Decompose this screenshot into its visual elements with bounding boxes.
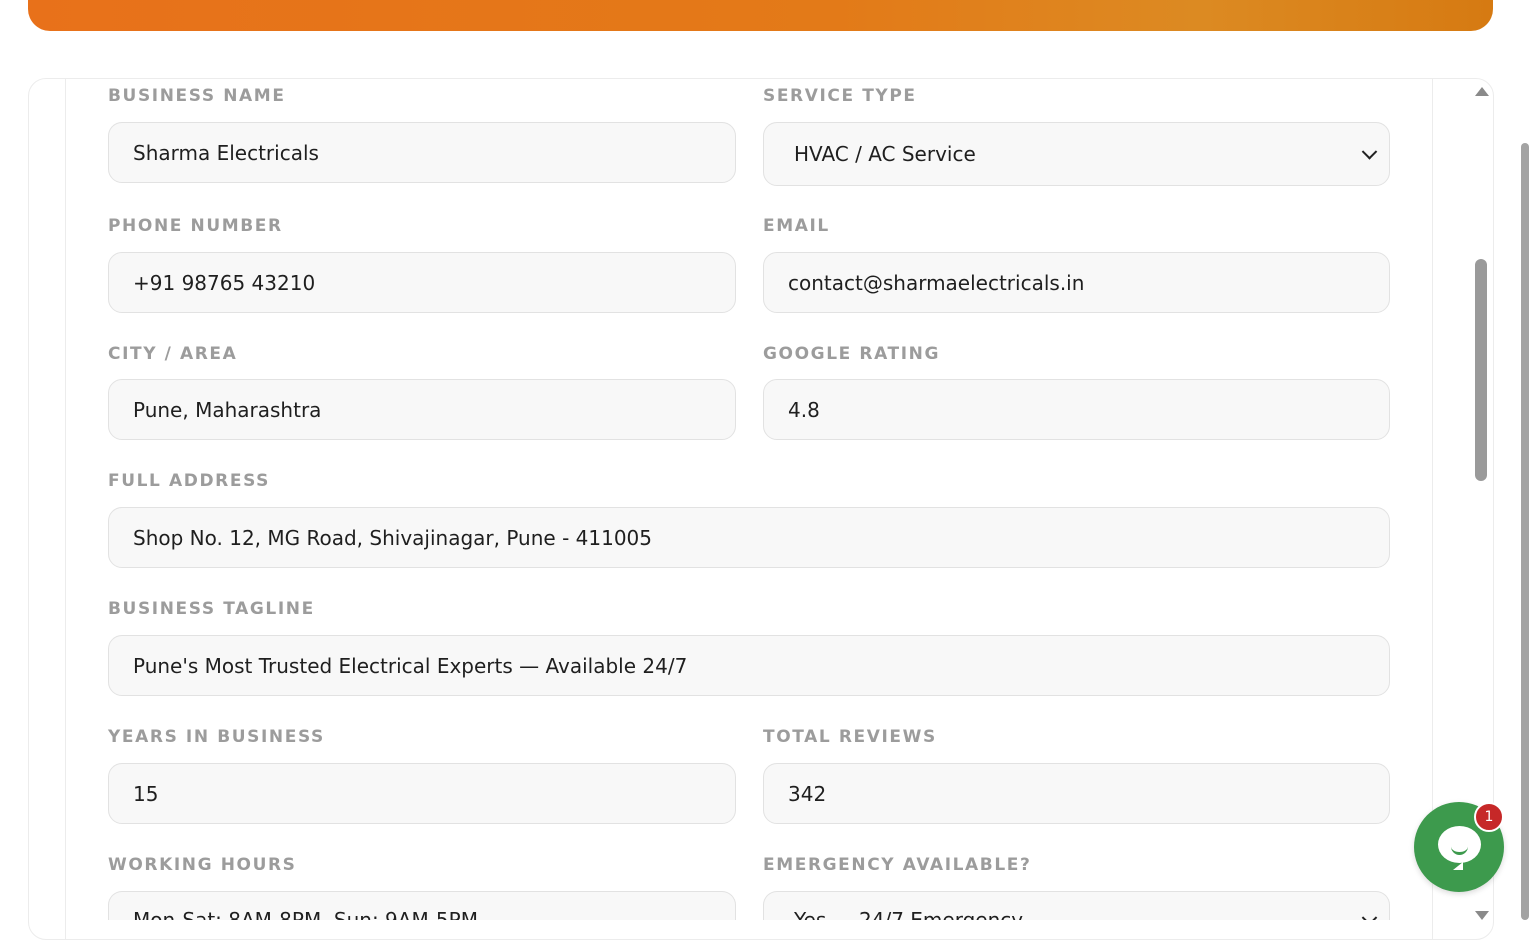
city-area-label: CITY / AREA	[108, 344, 238, 364]
business-tagline-value: Pune's Most Trusted Electrical Experts —…	[133, 653, 688, 678]
phone-number-input[interactable]: +91 98765 43210	[108, 252, 736, 313]
chat-icon	[1438, 826, 1481, 870]
service-type-label: SERVICE TYPE	[763, 86, 917, 106]
page-scrollbar-thumb[interactable]	[1521, 143, 1529, 920]
top-banner	[28, 0, 1493, 31]
scroll-up-arrow-icon[interactable]	[1475, 87, 1489, 96]
working-hours-label: WORKING HOURS	[108, 855, 297, 875]
service-type-select[interactable]: HVAC / AC Service	[763, 122, 1390, 186]
city-area-value: Pune, Maharashtra	[133, 397, 322, 422]
years-in-business-value: 15	[133, 781, 159, 806]
years-in-business-label: YEARS IN BUSINESS	[108, 727, 325, 747]
city-area-input[interactable]: Pune, Maharashtra	[108, 379, 736, 440]
phone-number-value: +91 98765 43210	[133, 270, 316, 295]
emergency-available-value: Yes — 24/7 Emergency	[794, 908, 1024, 920]
google-rating-value: 4.8	[788, 397, 820, 422]
chevron-down-icon	[1361, 910, 1378, 920]
email-input[interactable]: contact@sharmaelectricals.in	[763, 252, 1390, 313]
email-label: EMAIL	[763, 216, 830, 236]
full-address-value: Shop No. 12, MG Road, Shivajinagar, Pune…	[133, 525, 652, 550]
total-reviews-value: 342	[788, 781, 827, 806]
business-name-input[interactable]: Sharma Electricals	[108, 122, 736, 183]
working-hours-input[interactable]: Mon-Sat: 8AM-8PM, Sun: 9AM-5PM	[108, 891, 736, 920]
card-inner-border-left	[65, 79, 66, 939]
total-reviews-label: TOTAL REVIEWS	[763, 727, 937, 747]
working-hours-value: Mon-Sat: 8AM-8PM, Sun: 9AM-5PM	[133, 908, 478, 920]
business-tagline-label: BUSINESS TAGLINE	[108, 599, 315, 619]
google-rating-label: GOOGLE RATING	[763, 344, 941, 364]
chevron-down-icon	[1361, 144, 1378, 160]
form-scrollbar-thumb[interactable]	[1475, 259, 1487, 481]
business-tagline-input[interactable]: Pune's Most Trusted Electrical Experts —…	[108, 635, 1390, 696]
chat-notification-badge: 1	[1474, 802, 1504, 832]
scroll-down-arrow-icon[interactable]	[1475, 911, 1489, 920]
full-address-input[interactable]: Shop No. 12, MG Road, Shivajinagar, Pune…	[108, 507, 1390, 568]
google-rating-input[interactable]: 4.8	[763, 379, 1390, 440]
emergency-available-label: EMERGENCY AVAILABLE?	[763, 855, 1032, 875]
total-reviews-input[interactable]: 342	[763, 763, 1390, 824]
service-type-value: HVAC / AC Service	[794, 142, 976, 166]
business-name-value: Sharma Electricals	[133, 140, 319, 165]
full-address-label: FULL ADDRESS	[108, 471, 271, 491]
phone-number-label: PHONE NUMBER	[108, 216, 283, 236]
email-value: contact@sharmaelectricals.in	[788, 270, 1085, 295]
emergency-available-select[interactable]: Yes — 24/7 Emergency	[763, 891, 1390, 920]
business-name-label: BUSINESS NAME	[108, 86, 286, 106]
years-in-business-input[interactable]: 15	[108, 763, 736, 824]
